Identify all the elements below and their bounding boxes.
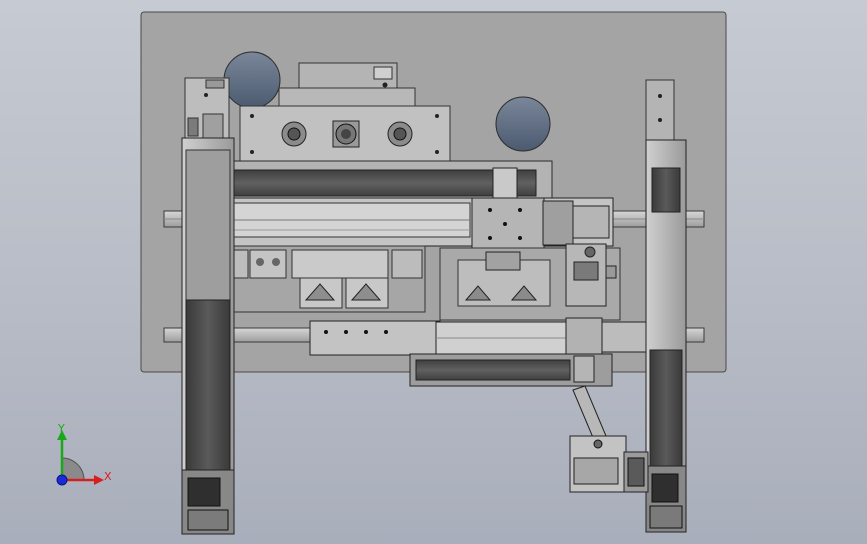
right-vertical-belt-module[interactable]	[645, 139, 687, 533]
left-vertical-belt-module[interactable]	[181, 137, 235, 535]
x-axis-arrow	[94, 475, 104, 485]
lower-linear-actuator[interactable]	[309, 317, 665, 387]
y-axis-label: Y	[57, 422, 65, 435]
upper-linear-actuator[interactable]	[192, 197, 614, 251]
bearing-left	[281, 121, 307, 147]
left-fixture[interactable]	[214, 245, 426, 313]
cad-viewport[interactable]: Y X	[0, 0, 867, 544]
drive-motor-assembly[interactable]	[569, 385, 649, 493]
gantry-top-frame[interactable]	[183, 160, 553, 202]
bearing-right	[387, 121, 413, 147]
center-fixture[interactable]	[439, 243, 621, 321]
bore-hole-right	[495, 96, 551, 152]
right-vertical-column[interactable]	[645, 79, 675, 143]
x-axis-label: X	[104, 470, 112, 483]
coordinate-triad: Y X	[56, 422, 112, 486]
z-axis-dot	[56, 474, 68, 486]
bearing-center	[332, 120, 360, 148]
bore-hole-left	[223, 51, 281, 109]
